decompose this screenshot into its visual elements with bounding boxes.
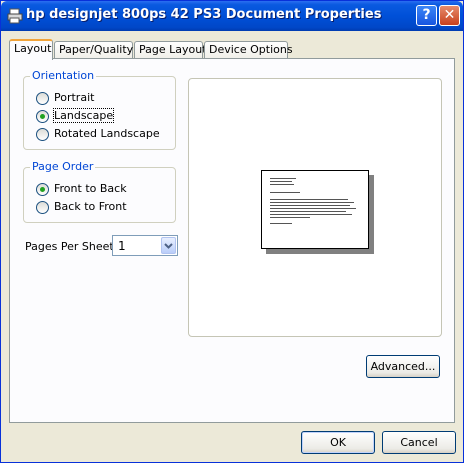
preview-text-line — [270, 192, 300, 193]
pages-per-sheet-label: Pages Per Sheet: — [25, 240, 118, 253]
radio-landscape[interactable]: Landscape — [36, 108, 115, 124]
dropdown-button[interactable] — [161, 237, 176, 254]
radio-button[interactable] — [36, 127, 49, 141]
cancel-button[interactable]: Cancel — [382, 431, 456, 454]
help-button[interactable]: ? — [416, 5, 437, 26]
pages-per-sheet-select[interactable]: 1 — [112, 235, 178, 256]
help-icon: ? — [422, 7, 431, 23]
document-properties-dialog: hp designjet 800ps 42 PS3 Document Prope… — [0, 0, 464, 463]
ok-button[interactable]: OK — [301, 431, 375, 454]
radio-button[interactable] — [36, 91, 49, 105]
radio-rotated-landscape[interactable]: Rotated Landscape — [36, 126, 160, 142]
radio-button-selected[interactable] — [36, 182, 49, 196]
preview-text-line — [270, 178, 296, 179]
tab-device-options[interactable]: Device Options — [204, 41, 293, 59]
layout-panel: Orientation Portrait Landscape Rotated L… — [9, 58, 455, 423]
preview-text-line — [270, 181, 292, 182]
tab-paper-quality[interactable]: Paper/Quality — [54, 41, 133, 59]
option-label: Back to Front — [54, 200, 127, 213]
tab-layout[interactable]: Layout — [9, 39, 53, 60]
advanced-button[interactable]: Advanced... — [366, 355, 440, 378]
page-order-group: Page Order Front to Back Back to Front — [23, 160, 176, 223]
pages-per-sheet-value: 1 — [118, 239, 126, 253]
close-icon: ✕ — [443, 7, 456, 23]
orientation-group: Orientation Portrait Landscape Rotated L… — [23, 69, 176, 150]
radio-button[interactable] — [36, 200, 49, 214]
orientation-label: Orientation — [30, 69, 97, 82]
radio-back-to-front[interactable]: Back to Front — [36, 199, 127, 215]
preview-text-line — [270, 202, 354, 203]
preview-text-line — [270, 223, 292, 224]
option-label: Front to Back — [54, 182, 127, 195]
radio-portrait[interactable]: Portrait — [36, 90, 94, 106]
option-label: Rotated Landscape — [54, 127, 160, 140]
preview-text-line — [270, 184, 294, 185]
preview-text-line — [270, 211, 346, 212]
page-preview-image — [261, 170, 369, 249]
option-label: Portrait — [54, 91, 95, 104]
printer-icon — [7, 8, 23, 24]
radio-front-to-back[interactable]: Front to Back — [36, 181, 127, 197]
preview-text-line — [270, 217, 310, 218]
radio-button-selected[interactable] — [36, 109, 49, 123]
preview-text-line — [270, 205, 350, 206]
layout-preview — [188, 78, 442, 337]
window-title: hp designjet 800ps 42 PS3 Document Prope… — [26, 7, 382, 22]
page-order-label: Page Order — [30, 160, 96, 173]
title-bar[interactable]: hp designjet 800ps 42 PS3 Document Prope… — [1, 1, 463, 31]
chevron-down-icon — [164, 243, 173, 249]
option-label: Landscape — [52, 108, 115, 123]
preview-text-line — [270, 208, 356, 209]
tab-page-layout[interactable]: Page Layout — [134, 41, 207, 59]
preview-text-line — [270, 199, 348, 200]
preview-text-line — [270, 214, 352, 215]
close-button[interactable]: ✕ — [439, 5, 460, 26]
